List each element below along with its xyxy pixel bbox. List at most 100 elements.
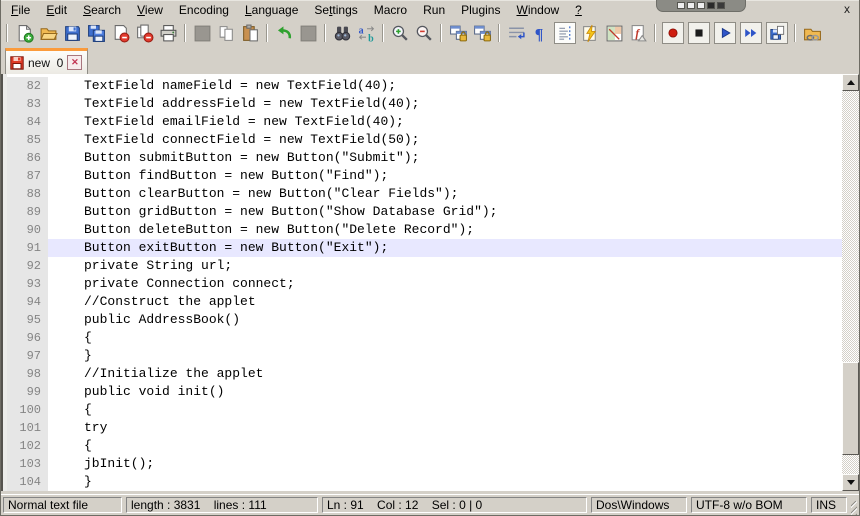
menu-item-macro[interactable]: Macro xyxy=(366,1,415,20)
open-icon[interactable] xyxy=(37,22,59,44)
code-text[interactable]: { xyxy=(48,401,842,419)
code-line: 94//Construct the applet xyxy=(7,293,842,311)
code-text[interactable]: Button clearButton = new Button("Clear F… xyxy=(48,185,842,203)
line-number: 88 xyxy=(7,185,48,203)
recorder-square xyxy=(687,2,695,9)
resize-grip[interactable] xyxy=(851,501,857,515)
save-icon[interactable] xyxy=(61,22,83,44)
tab-new-0[interactable]: new 0 ✕ xyxy=(5,48,89,74)
menu-item-file[interactable]: File xyxy=(3,1,38,20)
scrollbar-thumb[interactable] xyxy=(842,362,859,455)
macro-save-icon[interactable] xyxy=(766,22,788,44)
paste-icon[interactable] xyxy=(239,22,261,44)
undo-icon[interactable] xyxy=(273,22,295,44)
arrow-down-icon xyxy=(846,480,855,485)
show-all-characters-icon[interactable]: ¶ xyxy=(529,22,551,44)
menu-item-edit[interactable]: Edit xyxy=(38,1,75,20)
code-text[interactable]: Button submitButton = new Button("Submit… xyxy=(48,149,842,167)
menu-item-search[interactable]: Search xyxy=(75,1,129,20)
macro-play-icon[interactable] xyxy=(714,22,736,44)
macro-stop-icon[interactable] xyxy=(688,22,710,44)
menu-item-window[interactable]: Window xyxy=(508,1,567,20)
zoom-in-icon[interactable] xyxy=(389,22,411,44)
code-text[interactable]: Button gridButton = new Button("Show Dat… xyxy=(48,203,842,221)
line-number: 92 xyxy=(7,257,48,275)
word-wrap-icon[interactable] xyxy=(505,22,527,44)
code-line: 97} xyxy=(7,347,842,365)
copy-icon xyxy=(215,22,237,44)
unsaved-file-icon xyxy=(10,55,24,70)
code-line: 99 public void init() xyxy=(7,383,842,401)
code-text[interactable]: TextField connectField = new TextField(5… xyxy=(48,131,842,149)
find-icon[interactable] xyxy=(331,22,353,44)
folder-link-icon[interactable] xyxy=(801,22,823,44)
sync-vertical-icon[interactable] xyxy=(447,22,469,44)
recorder-square xyxy=(707,2,715,9)
editor[interactable]: 82 TextField nameField = new TextField(40… xyxy=(1,74,859,491)
scroll-down-button[interactable] xyxy=(842,474,859,491)
toolbar-separator xyxy=(654,24,656,42)
menu-item-settings[interactable]: Settings xyxy=(306,1,365,20)
code-text[interactable]: TextField nameField = new TextField(40); xyxy=(48,77,842,95)
code-text[interactable]: private Connection connect; xyxy=(48,275,842,293)
line-number: 89 xyxy=(7,203,48,221)
code-text[interactable]: public AddressBook() xyxy=(48,311,842,329)
code-line: 103 jbInit(); xyxy=(7,455,842,473)
code-line: 102{ xyxy=(7,437,842,455)
line-number: 93 xyxy=(7,275,48,293)
new-file-icon[interactable] xyxy=(13,22,35,44)
save-all-icon[interactable] xyxy=(85,22,107,44)
toolbar-separator xyxy=(6,24,8,42)
code-text[interactable]: //Initialize the applet xyxy=(48,365,842,383)
code-text[interactable]: { xyxy=(48,329,842,347)
print-icon[interactable] xyxy=(157,22,179,44)
toolbar-separator xyxy=(440,24,442,42)
code-text[interactable]: } xyxy=(48,473,842,491)
code-line: 98//Initialize the applet xyxy=(7,365,842,383)
menu-item-view[interactable]: View xyxy=(129,1,171,20)
close-all-icon[interactable] xyxy=(133,22,155,44)
macro-run-multiple-icon[interactable] xyxy=(740,22,762,44)
scroll-up-button[interactable] xyxy=(842,74,859,91)
screen-recorder-overlay xyxy=(656,0,746,12)
code-line: 86 Button submitButton = new Button("Subm… xyxy=(7,149,842,167)
code-text[interactable]: Button findButton = new Button("Find"); xyxy=(48,167,842,185)
vertical-scrollbar[interactable] xyxy=(842,74,859,491)
tab-bar: new 0 ✕ xyxy=(1,46,859,75)
menu-item-plugins[interactable]: Plugins xyxy=(453,1,508,20)
code-area[interactable]: 82 TextField nameField = new TextField(40… xyxy=(7,74,842,491)
code-text[interactable]: jbInit(); xyxy=(48,455,842,473)
function-doc-icon[interactable]: f xyxy=(627,22,649,44)
line-number: 83 xyxy=(7,95,48,113)
replace-icon[interactable]: ab xyxy=(355,22,377,44)
line-number: 97 xyxy=(7,347,48,365)
user-dialog-icon[interactable] xyxy=(579,22,601,44)
code-text[interactable]: public void init() xyxy=(48,383,842,401)
menu-item-language[interactable]: Language xyxy=(237,1,306,20)
menu-item-encoding[interactable]: Encoding xyxy=(171,1,237,20)
code-text[interactable]: //Construct the applet xyxy=(48,293,842,311)
sync-horizontal-icon[interactable] xyxy=(471,22,493,44)
zoom-out-icon[interactable] xyxy=(413,22,435,44)
status-encoding: UTF-8 w/o BOM xyxy=(691,497,807,513)
document-close-icon[interactable]: x xyxy=(844,3,850,15)
code-text[interactable]: Button exitButton = new Button("Exit"); xyxy=(48,239,842,257)
code-line: 95 public AddressBook() xyxy=(7,311,842,329)
code-text[interactable]: } xyxy=(48,347,842,365)
status-eol-format: Dos\Windows xyxy=(591,497,687,513)
menu-item-help[interactable]: ? xyxy=(567,1,590,20)
show-indent-guide-icon[interactable] xyxy=(554,22,576,44)
svg-text:¶: ¶ xyxy=(534,26,543,43)
code-text[interactable]: TextField addressField = new TextField(4… xyxy=(48,95,842,113)
code-text[interactable]: try xyxy=(48,419,842,437)
macro-record-icon[interactable] xyxy=(662,22,684,44)
code-text[interactable]: { xyxy=(48,437,842,455)
code-text[interactable]: Button deleteButton = new Button("Delete… xyxy=(48,221,842,239)
code-text[interactable]: TextField emailField = new TextField(40)… xyxy=(48,113,842,131)
tab-close-icon[interactable]: ✕ xyxy=(67,55,83,70)
code-text[interactable]: private String url; xyxy=(48,257,842,275)
recorder-square xyxy=(677,2,685,9)
menu-item-run[interactable]: Run xyxy=(415,1,453,20)
close-icon[interactable] xyxy=(109,22,131,44)
doc-map-icon[interactable] xyxy=(603,22,625,44)
